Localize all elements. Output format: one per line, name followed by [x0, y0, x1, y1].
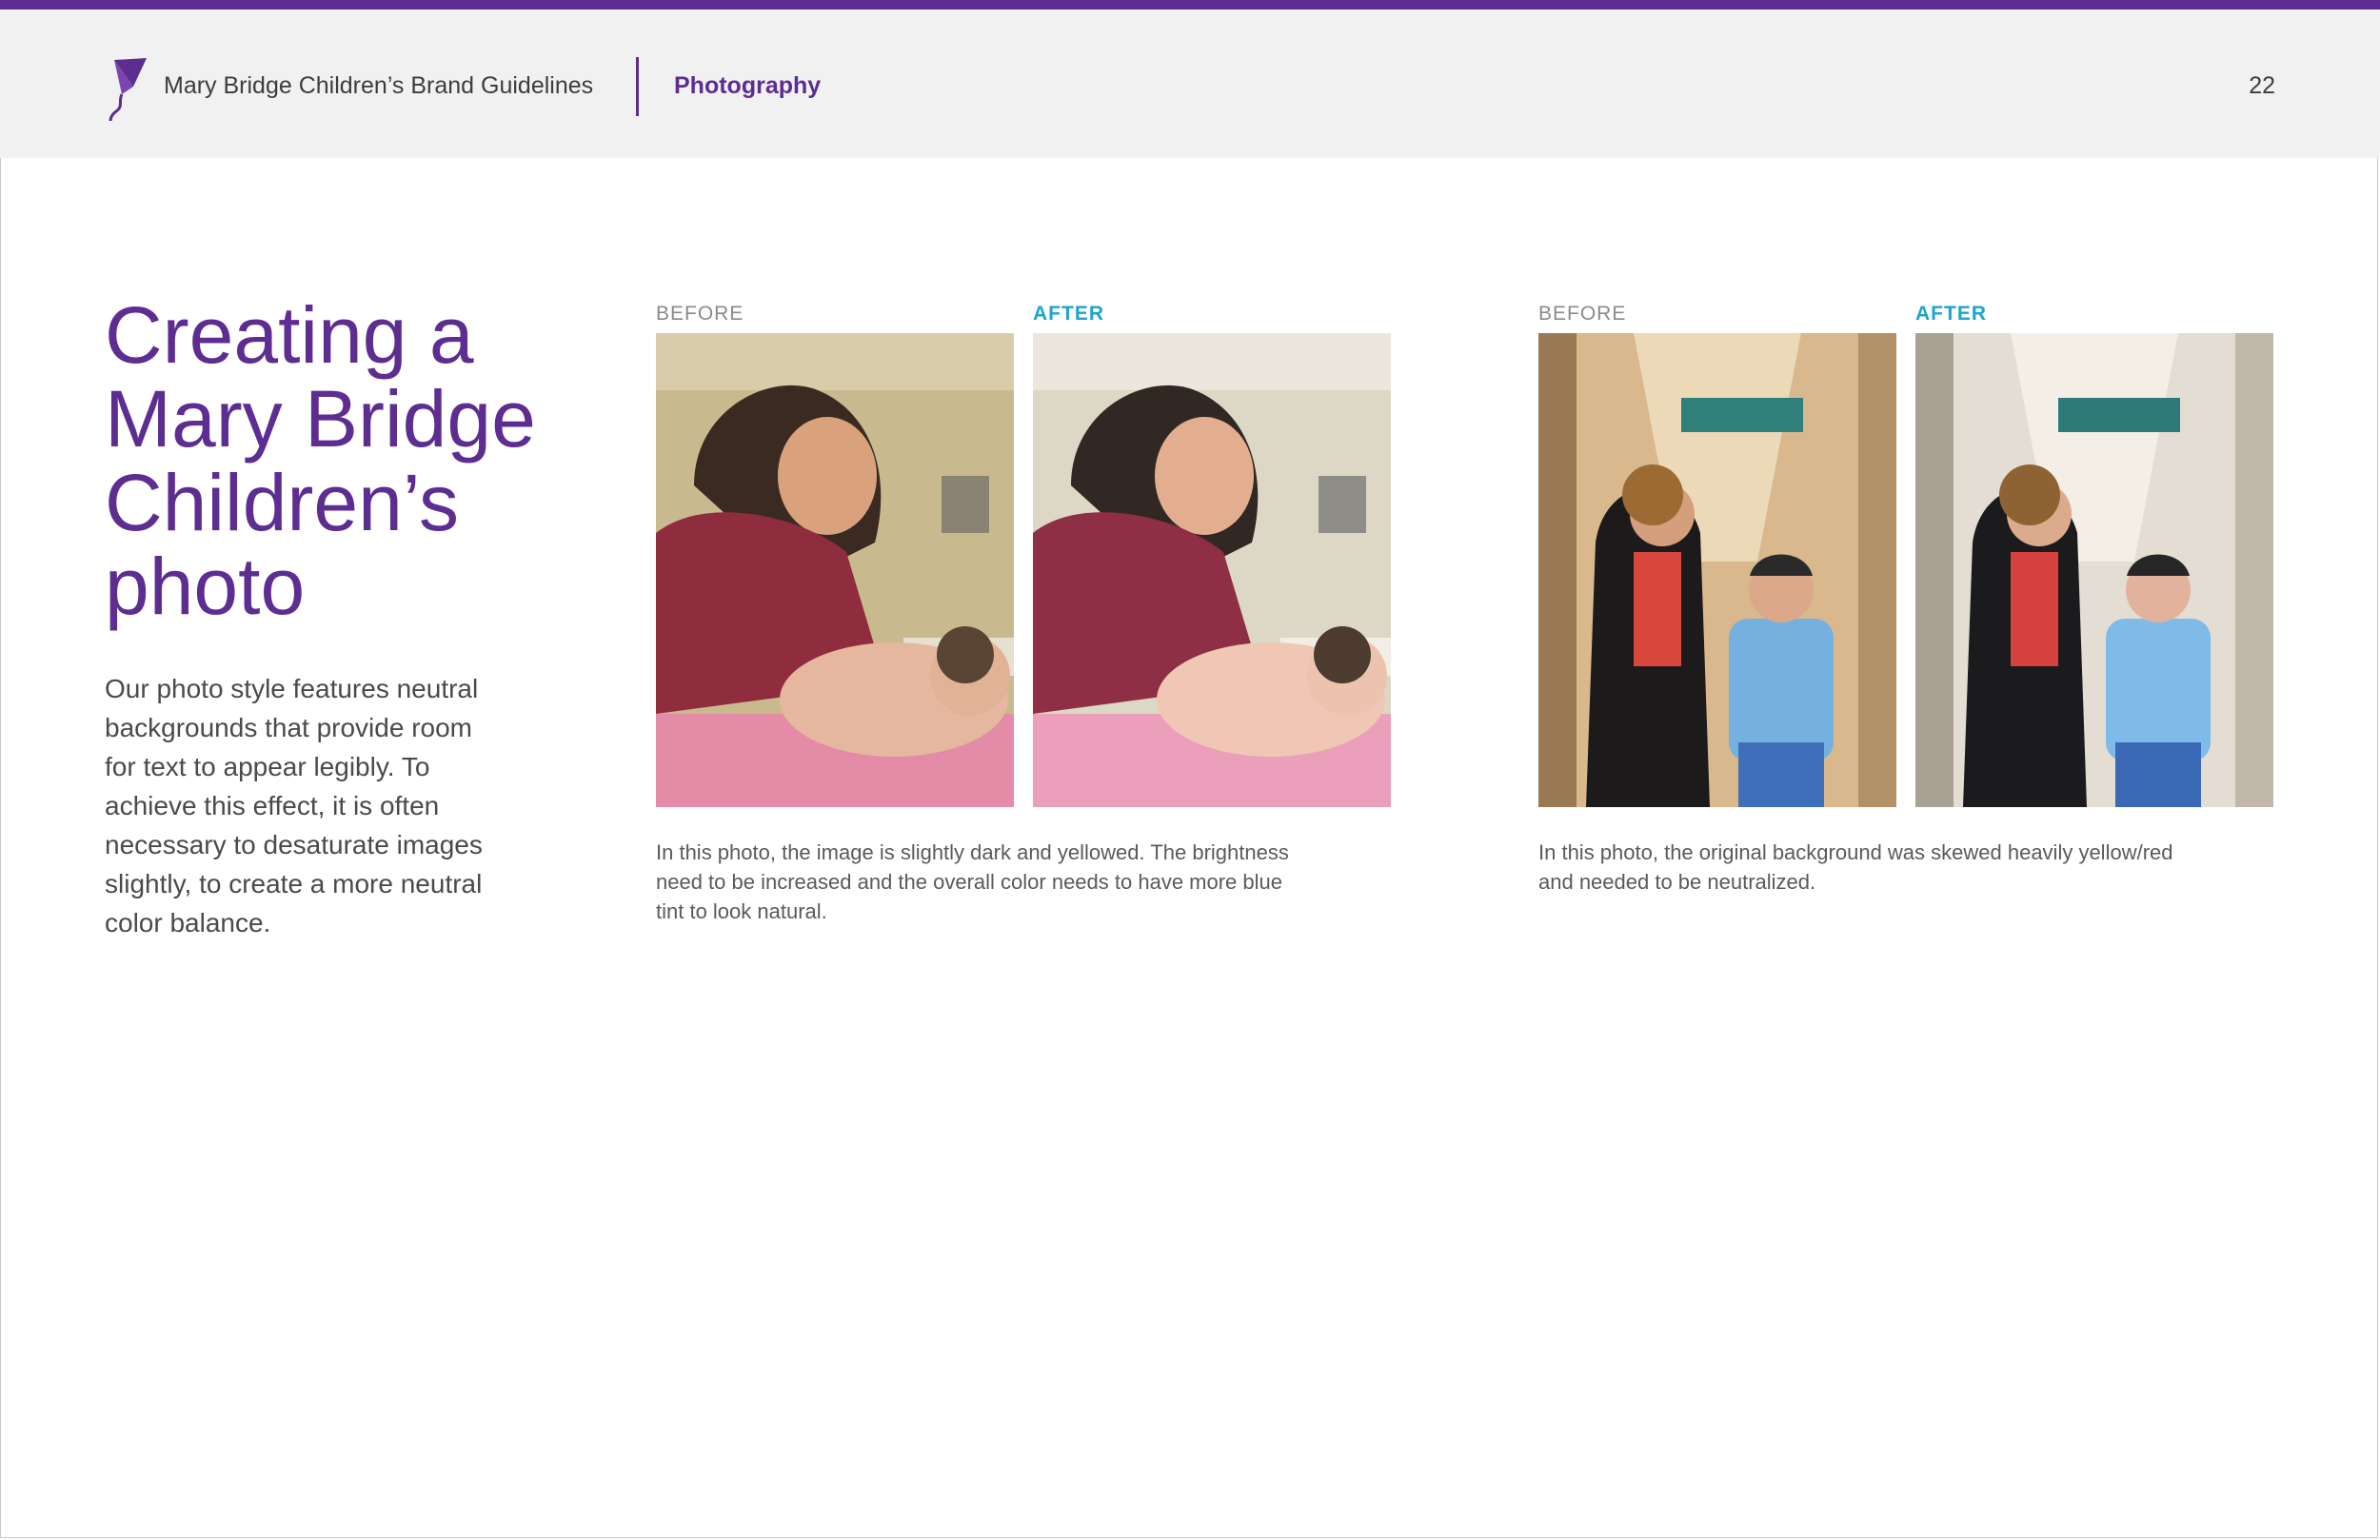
page-header: Mary Bridge Children’s Brand Guidelines … [0, 10, 2380, 158]
section-name: Photography [674, 72, 822, 99]
heading-line: Children’s [105, 458, 459, 547]
caption-line: tint to look natural. [656, 899, 827, 923]
example1-after-label: AFTER [1033, 303, 1104, 325]
intro-line: backgrounds that provide room [105, 713, 472, 742]
top-accent-bar [0, 0, 2380, 10]
caption-line: and needed to be neutralized. [1538, 870, 1816, 894]
intro-line: for text to appear legibly. To [105, 752, 430, 781]
intro-paragraph: Our photo style features neutral backgro… [105, 669, 552, 942]
heading-line: Mary Bridge [105, 374, 536, 464]
intro-line: achieve this effect, it is often [105, 791, 440, 820]
example2-after-photo [1915, 333, 2273, 807]
example2-caption: In this photo, the original background w… [1538, 838, 2173, 897]
page-number: 22 [2249, 72, 2275, 99]
example2-after-label: AFTER [1915, 303, 1987, 325]
heading-line: photo [105, 542, 306, 631]
page-heading: Creating a Mary Bridge Children’s photo [105, 293, 600, 628]
example2-before-label: BEFORE [1538, 303, 1627, 325]
guidelines-title: Mary Bridge Children’s Brand Guidelines [164, 72, 594, 99]
caption-line: need to be increased and the overall col… [656, 870, 1282, 894]
caption-line: In this photo, the original background w… [1538, 840, 2173, 864]
example1-after-photo [1033, 333, 1391, 807]
example1-before-photo [656, 333, 1014, 807]
intro-line: Our photo style features neutral [105, 674, 479, 703]
intro-line: slightly, to create a more neutral [105, 869, 483, 898]
example1-caption: In this photo, the image is slightly dar… [656, 838, 1289, 926]
example1-before-label: BEFORE [656, 303, 744, 325]
intro-line: necessary to desaturate images [105, 830, 483, 859]
example2-before-photo [1538, 333, 1896, 807]
intro-line: color balance. [105, 908, 271, 938]
heading-line: Creating a [105, 290, 474, 380]
caption-line: In this photo, the image is slightly dar… [656, 840, 1289, 864]
header-divider [636, 57, 639, 116]
kite-logo-icon [109, 58, 147, 122]
